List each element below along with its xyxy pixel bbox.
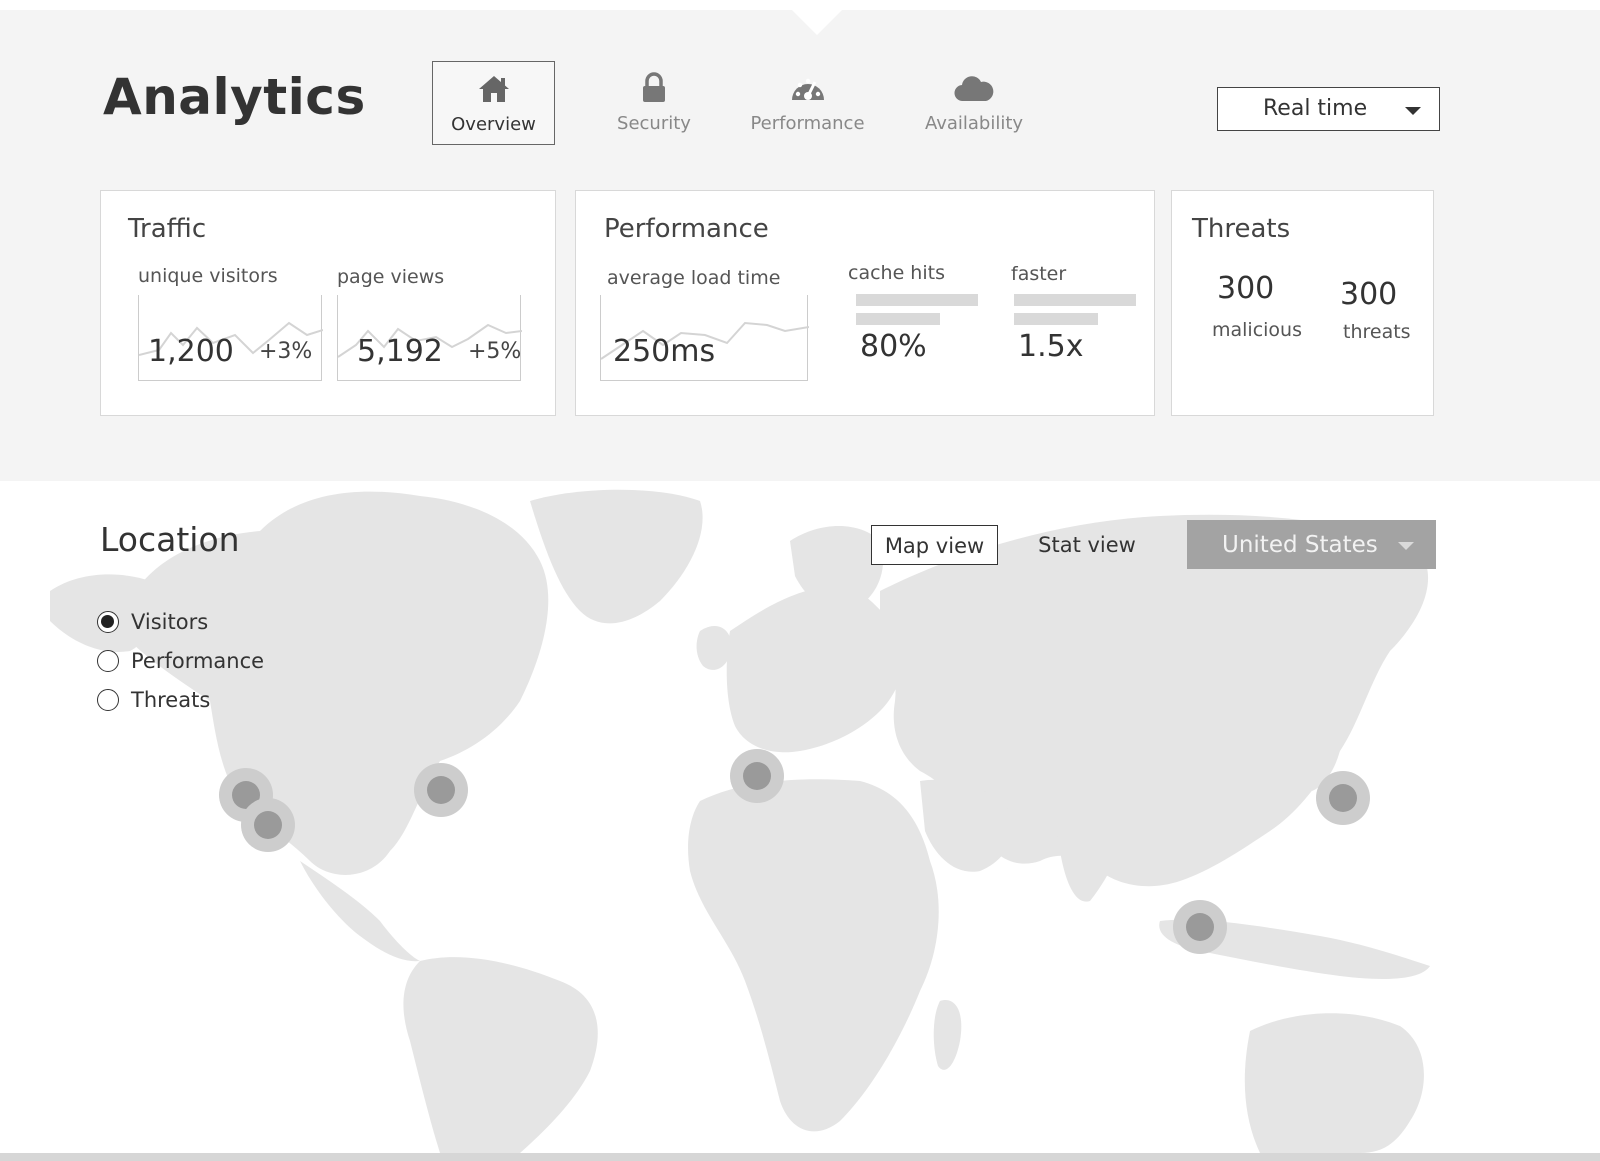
radio-button[interactable] xyxy=(97,689,119,711)
page-views-change: +5% xyxy=(468,339,522,364)
continent-uk xyxy=(696,626,732,670)
faster-label: faster xyxy=(1011,263,1067,285)
load-time-value: 250ms xyxy=(613,334,716,369)
performance-card: Performance average load time 250ms cach… xyxy=(575,190,1155,416)
map-marker-dot xyxy=(743,762,771,790)
time-range-value: Real time xyxy=(1263,96,1368,121)
page-views-label: page views xyxy=(337,266,445,288)
threats-card: Threats 300 malicious 300 threats xyxy=(1171,190,1434,416)
radio-visitors[interactable]: Visitors xyxy=(97,608,208,636)
continent-australia xyxy=(1244,1013,1424,1153)
page-views-value: 5,192 xyxy=(357,334,443,369)
tab-performance[interactable]: Performance xyxy=(745,61,870,145)
world-map[interactable] xyxy=(0,481,1600,1153)
top-strip xyxy=(0,0,1600,10)
stat-view-label: Stat view xyxy=(1038,533,1136,557)
map-marker-dot xyxy=(254,811,282,839)
caret-down-icon xyxy=(1398,542,1414,550)
faster-bar xyxy=(1014,294,1136,306)
tab-security[interactable]: Security xyxy=(600,61,708,145)
cache-hits-label: cache hits xyxy=(848,262,945,284)
continent-india xyxy=(1056,779,1130,902)
card-title: Traffic xyxy=(128,214,207,244)
world-map-svg xyxy=(50,489,1430,1153)
tab-availability[interactable]: Availability xyxy=(918,61,1030,145)
country-select[interactable]: United States xyxy=(1187,520,1436,569)
page-title: Analytics xyxy=(103,68,366,126)
threats-label: threats xyxy=(1343,321,1411,343)
continent-south-america xyxy=(403,957,598,1153)
card-title: Performance xyxy=(604,214,769,244)
continent-madagascar xyxy=(933,1000,962,1070)
cloud-icon xyxy=(918,71,1030,105)
lock-icon xyxy=(600,71,708,105)
tab-label: Performance xyxy=(750,113,865,134)
unique-visitors-change: +3% xyxy=(259,339,313,364)
threats-value: 300 xyxy=(1340,277,1398,312)
country-value: United States xyxy=(1222,532,1378,558)
continent-central-america xyxy=(300,861,420,962)
radio-button[interactable] xyxy=(97,611,119,633)
radio-label: Visitors xyxy=(131,610,209,634)
home-icon xyxy=(433,72,554,106)
continent-africa xyxy=(688,779,939,1132)
unique-visitors-value: 1,200 xyxy=(148,334,234,369)
map-marker-dot xyxy=(1329,784,1357,812)
tab-label: Availability xyxy=(924,113,1024,134)
cache-hits-value: 80% xyxy=(860,329,927,364)
radio-button[interactable] xyxy=(97,650,119,672)
radio-label: Performance xyxy=(131,649,265,673)
malicious-label: malicious xyxy=(1212,319,1302,341)
map-view-label: Map view xyxy=(884,534,985,558)
tab-overview[interactable]: Overview xyxy=(432,61,555,145)
cache-hits-bar xyxy=(856,313,940,325)
unique-visitors-label: unique visitors xyxy=(138,265,278,287)
tab-label: Overview xyxy=(451,114,536,135)
radio-label: Threats xyxy=(131,688,211,712)
faster-bar xyxy=(1014,313,1098,325)
continent-europe xyxy=(726,585,904,753)
stat-view-button[interactable]: Stat view xyxy=(1027,525,1147,565)
continent-greenland xyxy=(530,489,703,624)
map-view-button[interactable]: Map view xyxy=(871,525,998,565)
tab-label: Security xyxy=(617,113,691,134)
malicious-value: 300 xyxy=(1217,271,1275,306)
map-marker-dot xyxy=(427,776,455,804)
map-marker-dot xyxy=(1186,913,1214,941)
card-title: Threats xyxy=(1192,214,1291,244)
time-range-select[interactable]: Real time xyxy=(1217,87,1440,131)
bottom-scrollbar xyxy=(0,1153,1600,1161)
header-notch xyxy=(792,10,842,35)
location-title: Location xyxy=(100,520,240,559)
load-time-label: average load time xyxy=(607,267,781,289)
speedometer-icon xyxy=(745,71,870,105)
caret-down-icon xyxy=(1405,107,1421,115)
faster-value: 1.5x xyxy=(1018,329,1084,364)
traffic-card: Traffic unique visitors 1,200 +3% page v… xyxy=(100,190,556,416)
radio-threats[interactable]: Threats xyxy=(97,686,210,714)
radio-performance[interactable]: Performance xyxy=(97,647,264,675)
cache-hits-bar xyxy=(856,294,978,306)
